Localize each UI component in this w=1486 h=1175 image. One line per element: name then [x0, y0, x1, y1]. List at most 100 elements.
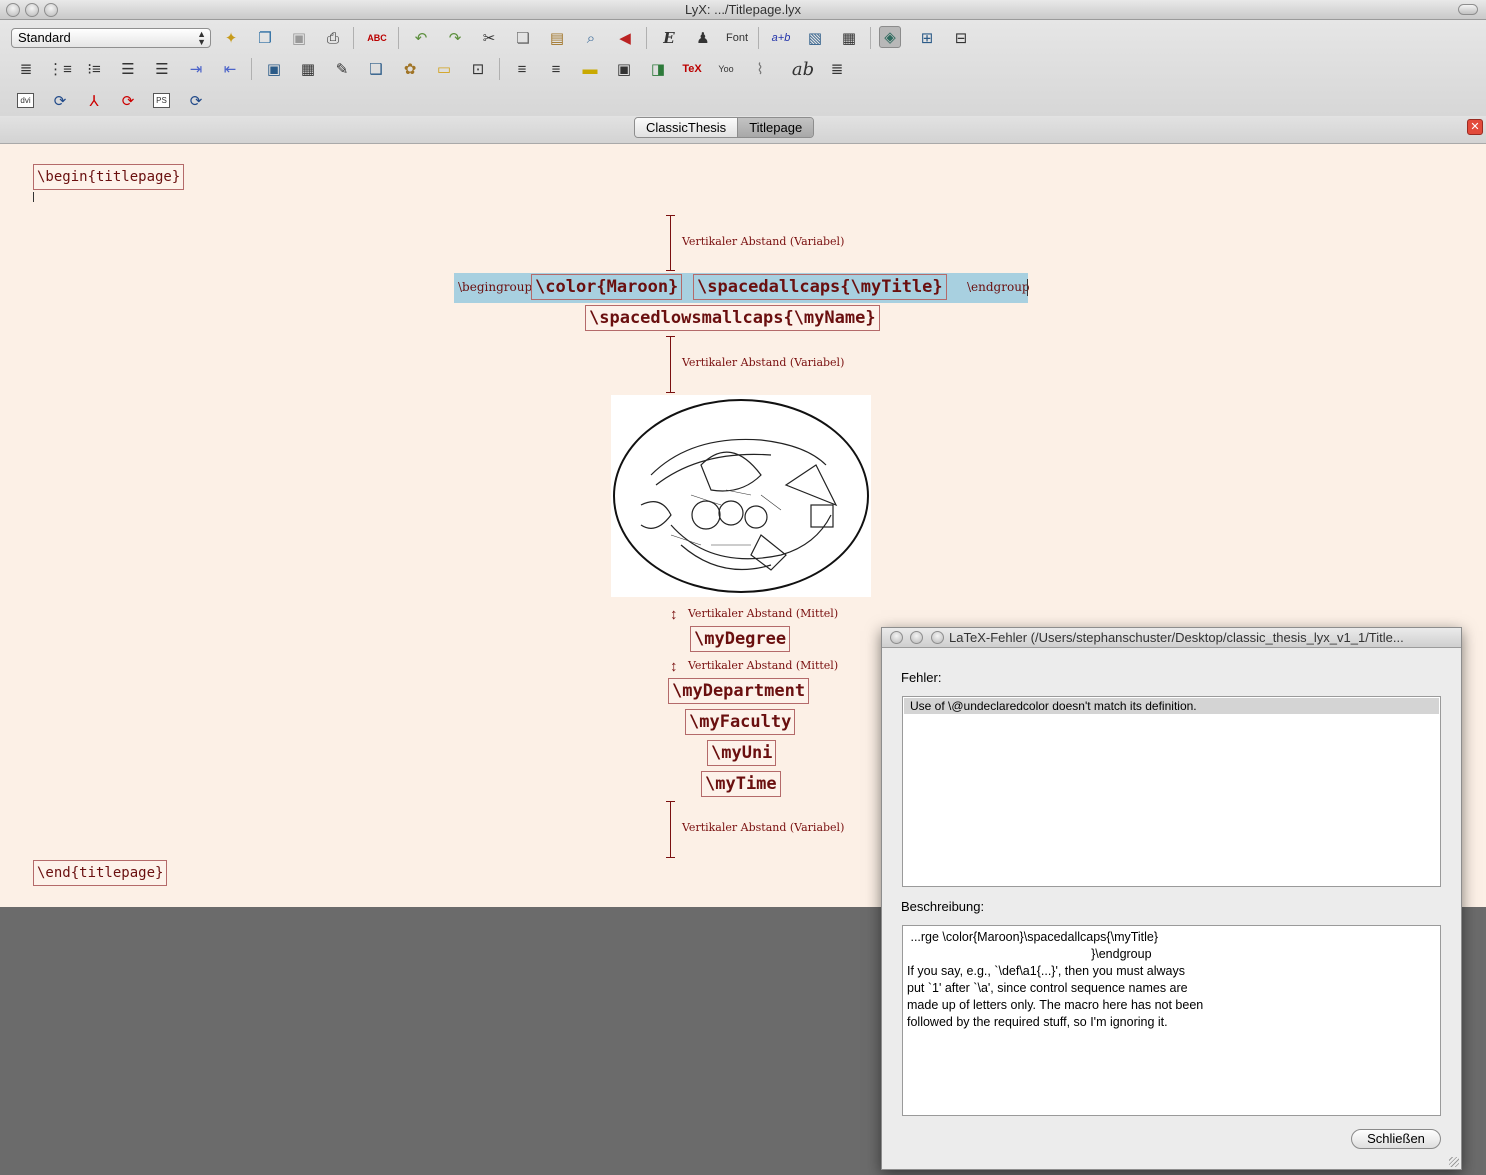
image-icon[interactable]: ▣ [263, 58, 285, 80]
vspace-variable-label[interactable]: Vertikaler Abstand (Variabel) [682, 821, 844, 834]
open-document-icon[interactable]: ❐ [254, 27, 276, 49]
vspace-medium-label[interactable]: Vertikaler Abstand (Mittel) [688, 659, 838, 672]
tabular-panel-icon[interactable]: ⊟ [950, 27, 972, 49]
begin-titlepage-inset[interactable]: \begin{titlepage} [33, 164, 185, 190]
spacedlowsmallcaps-name-inset[interactable]: \spacedlowsmallcaps{\myName} [585, 305, 880, 331]
bullet-list-icon[interactable]: ⁝≡ [83, 58, 105, 80]
dialog-zoom-button[interactable] [931, 631, 944, 644]
zoom-window-button[interactable] [44, 3, 58, 17]
errors-list[interactable]: Use of \@undeclaredcolor doesn't match i… [902, 696, 1441, 887]
enumerate-icon[interactable]: ☰ [151, 58, 173, 80]
begingroup-text[interactable]: \begingroup [458, 280, 532, 294]
toolbar-separator [251, 58, 252, 80]
margin-note-icon[interactable]: ≡ [511, 58, 533, 80]
update-pdf-icon[interactable]: ⟳ [117, 90, 139, 112]
close-window-button[interactable] [6, 3, 20, 17]
numbered-list-icon[interactable]: ⋮≡ [48, 58, 72, 80]
find-replace-icon[interactable]: ⌕ [580, 27, 602, 49]
update-ps-icon[interactable]: ⟳ [185, 90, 207, 112]
vspace-variable-label[interactable]: Vertikaler Abstand (Variabel) [682, 356, 844, 369]
noun-style-icon[interactable]: ♟ [692, 27, 714, 49]
cross-reference-icon[interactable]: ⊡ [467, 58, 489, 80]
box-icon[interactable]: ▣ [613, 58, 635, 80]
myuni-inset[interactable]: \myUni [707, 740, 777, 766]
comment-note-icon[interactable]: ▬ [579, 58, 601, 80]
insert-graphics-icon[interactable]: ▧ [804, 27, 826, 49]
redo-icon[interactable]: ↷ [444, 27, 466, 49]
footnote-icon[interactable]: ≡ [545, 58, 567, 80]
toc-view-icon[interactable]: ◈ [879, 26, 901, 48]
book-icon[interactable]: ❑ [365, 58, 387, 80]
emphasis-icon[interactable]: E [658, 27, 680, 49]
save-icon[interactable]: ▣ [288, 27, 310, 49]
toolbar: Standard ▲ ▼ ✦ ❐ ▣ ⎙ ABC ↶ ↷ ✂ ❏ ▤ ⌕ ◀ E … [0, 20, 1486, 128]
vspace-medium-label[interactable]: Vertikaler Abstand (Mittel) [688, 607, 838, 620]
print-icon[interactable]: ⎙ [322, 27, 344, 49]
undo-icon[interactable]: ↶ [410, 27, 432, 49]
view-ps-icon[interactable]: PS [153, 93, 170, 108]
description-list-icon[interactable]: ☰ [117, 58, 139, 80]
tab-titlepage[interactable]: Titlepage [737, 118, 814, 137]
indent-icon[interactable]: ⇥ [185, 58, 207, 80]
tex-code-icon[interactable]: TeX [681, 58, 703, 80]
mydegree-inset[interactable]: \myDegree [690, 626, 791, 652]
close-tab-icon[interactable]: ✕ [1467, 119, 1483, 135]
math-mode-icon[interactable]: a+b [770, 27, 792, 49]
end-titlepage-inset[interactable]: \end{titlepage} [33, 860, 168, 886]
text-style-icon[interactable]: ab [792, 58, 814, 80]
dialog-close-button[interactable] [890, 631, 903, 644]
math-panel-icon[interactable]: ⊞ [916, 27, 938, 49]
insert-table-icon[interactable]: ▦ [838, 27, 860, 49]
update-dvi-icon[interactable]: ⟳ [49, 90, 71, 112]
cut-icon[interactable]: ✂ [478, 27, 500, 49]
dialog-minimize-button[interactable] [910, 631, 923, 644]
paragraph-settings-icon[interactable]: ≣ [826, 58, 848, 80]
paste-icon[interactable]: ▤ [546, 27, 568, 49]
resize-grip-icon[interactable] [1449, 1157, 1459, 1167]
toolbar-toggle-button[interactable] [1458, 4, 1478, 15]
folder-icon[interactable]: ▭ [433, 58, 455, 80]
insert-file-icon[interactable]: ◨ [647, 58, 669, 80]
close-dialog-button[interactable]: Schließen [1351, 1129, 1441, 1149]
font-icon[interactable]: Font [726, 27, 748, 49]
spellcheck-icon[interactable]: ABC [366, 27, 388, 49]
new-document-icon[interactable]: ✦ [220, 27, 242, 49]
tab-classicthesis[interactable]: ClassicThesis [635, 118, 738, 137]
back-icon[interactable]: ◀ [614, 27, 636, 49]
attachment-icon[interactable]: ⌇ [749, 58, 771, 80]
latex-error-dialog: LaTeX-Fehler (/Users/stephanschuster/Des… [881, 627, 1462, 1170]
view-dvi-icon[interactable]: dvi [17, 93, 34, 108]
note-icon[interactable]: ✎ [331, 58, 353, 80]
document-tabbar: ClassicThesis Titlepage ✕ [0, 116, 1486, 144]
tab-group: ClassicThesis Titlepage [634, 117, 815, 138]
mydepartment-inset[interactable]: \myDepartment [668, 678, 810, 704]
text-cursor [33, 192, 34, 202]
window-titlebar: LyX: .../Titlepage.lyx [0, 0, 1486, 20]
view-pdf-icon[interactable]: ⅄ [83, 90, 105, 112]
paragraph-style-select[interactable]: Standard ▲ ▼ [11, 28, 211, 48]
description-text[interactable]: ...rge \color{Maroon}\spacedallcaps{\myT… [902, 925, 1441, 1116]
table-grid-icon[interactable]: ▦ [297, 58, 319, 80]
mytime-inset[interactable]: \myTime [701, 771, 781, 797]
vspace-line [670, 215, 671, 271]
vspace-variable-label[interactable]: Vertikaler Abstand (Variabel) [682, 235, 844, 248]
endgroup-text[interactable]: \endgroup [967, 280, 1030, 294]
outdent-icon[interactable]: ⇤ [219, 58, 241, 80]
tex-friendly-zone-image[interactable] [611, 395, 871, 597]
label-icon[interactable]: ✿ [399, 58, 421, 80]
vspace-cap [666, 392, 675, 393]
color-maroon-inset[interactable]: \color{Maroon} [531, 274, 683, 300]
index-icon[interactable]: Yoo [715, 58, 737, 80]
vspace-medium-arrow-icon: ↕ [670, 658, 678, 675]
copy-icon[interactable]: ❏ [512, 27, 534, 49]
align-block-icon[interactable]: ≣ [15, 58, 37, 80]
spacedallcaps-title-inset[interactable]: \spacedallcaps{\myTitle} [693, 274, 947, 300]
vspace-cap [666, 857, 675, 858]
toolbar-separator [499, 58, 500, 80]
vspace-line [670, 336, 671, 393]
myfaculty-inset[interactable]: \myFaculty [685, 709, 796, 735]
list-item[interactable]: Use of \@undeclaredcolor doesn't match i… [904, 698, 1439, 714]
text-cursor [1027, 279, 1028, 296]
minimize-window-button[interactable] [25, 3, 39, 17]
tex-friendly-zone-drawing [613, 399, 869, 593]
